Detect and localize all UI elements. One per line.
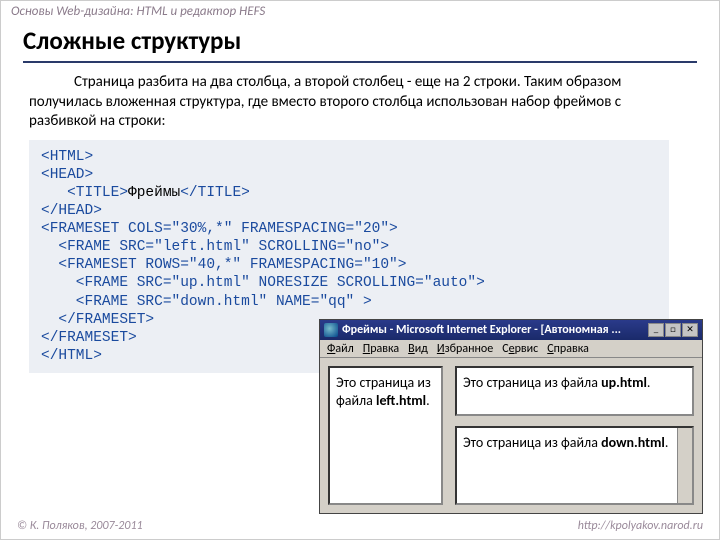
menu-help[interactable]: Справка xyxy=(544,342,592,356)
menu-bar: Файл Правка Вид Избранное Сервис Справка xyxy=(320,340,702,358)
copyright: © К. Поляков, 2007-2011 xyxy=(17,519,143,533)
frame-up: Это страница из файла up.html. xyxy=(455,366,694,416)
menu-view[interactable]: Вид xyxy=(405,342,431,356)
ie-icon xyxy=(324,323,338,337)
menu-tools[interactable]: Сервис xyxy=(499,342,541,356)
window-titlebar: Фреймы - Microsoft Internet Explorer - [… xyxy=(320,320,702,340)
slide: Основы Web-дизайна: HTML и редактор HEFS… xyxy=(0,0,720,540)
menu-favorites[interactable]: Избранное xyxy=(434,342,496,356)
close-button[interactable]: ✕ xyxy=(682,323,698,337)
footer-url: http://kpolyakov.narod.ru xyxy=(578,519,703,533)
body-paragraph: Страница разбита на два столбца, а второ… xyxy=(1,73,719,140)
minimize-button[interactable]: _ xyxy=(648,323,664,337)
frame-left: Это страница из файла left.html. xyxy=(328,366,443,505)
page-title: Сложные структуры xyxy=(23,22,697,61)
frameset-area: Это страница из файла left.html. Это стр… xyxy=(320,358,702,513)
menu-file[interactable]: Файл xyxy=(324,342,357,356)
menu-edit[interactable]: Правка xyxy=(360,342,402,356)
frame-right-column: Это страница из файла up.html. Это стран… xyxy=(455,366,694,505)
frame-down: Это страница из файла down.html. xyxy=(455,426,694,505)
maximize-button[interactable]: □ xyxy=(665,323,681,337)
browser-mockup: Фреймы - Microsoft Internet Explorer - [… xyxy=(319,319,703,514)
header-breadcrumb: Основы Web-дизайна: HTML и редактор HEFS xyxy=(1,1,719,22)
footer: © К. Поляков, 2007-2011 http://kpolyakov… xyxy=(1,519,719,533)
title-divider xyxy=(23,61,697,63)
window-title-text: Фреймы - Microsoft Internet Explorer - [… xyxy=(342,323,644,337)
